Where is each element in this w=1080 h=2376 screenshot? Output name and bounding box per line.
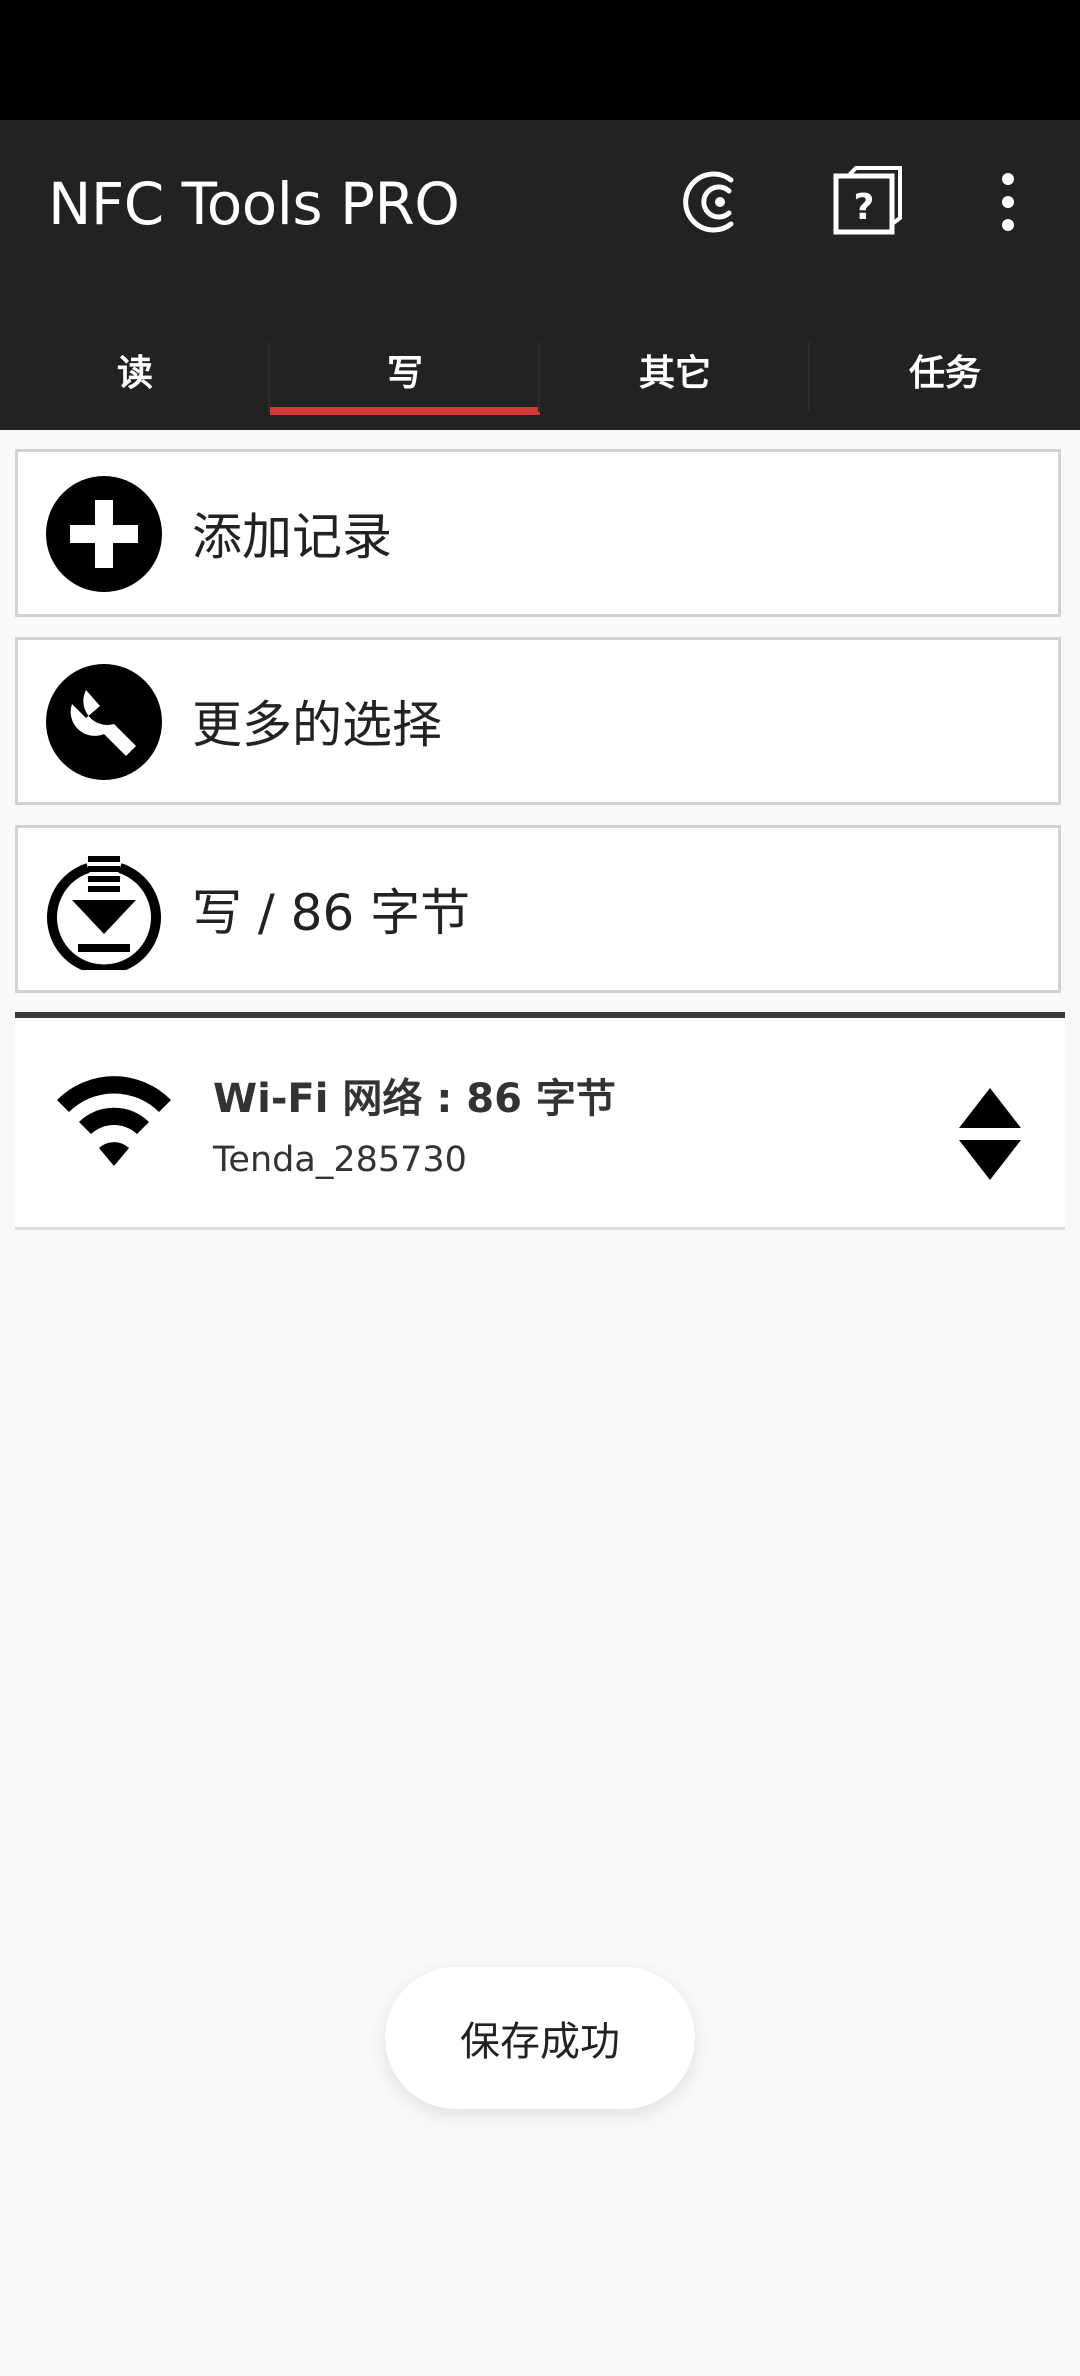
tab-write[interactable]: 写 xyxy=(270,310,540,430)
status-bar xyxy=(0,0,1080,120)
record-subtitle: Tenda_285730 xyxy=(213,1140,467,1180)
wifi-icon xyxy=(49,1068,179,1178)
write-download-icon xyxy=(44,850,164,970)
nfc-c-icon[interactable] xyxy=(676,162,756,242)
tab-read-label: 读 xyxy=(116,353,153,394)
list-item[interactable]: Wi-Fi 网络 : 86 字节 Tenda_285730 xyxy=(15,1018,1065,1230)
tab-read[interactable]: 读 xyxy=(0,310,270,430)
tab-write-label: 写 xyxy=(386,353,423,394)
tab-tasks[interactable]: 任务 xyxy=(810,310,1080,430)
svg-text:?: ? xyxy=(854,187,875,228)
tab-indicator xyxy=(270,407,540,415)
app-bar: NFC Tools PRO ? 读 写 其它 任务 xyxy=(0,120,1080,430)
tab-other-label: 其它 xyxy=(638,353,711,394)
app-title: NFC Tools PRO xyxy=(48,170,460,238)
more-options-label: 更多的选择 xyxy=(192,696,442,754)
toast: 保存成功 xyxy=(385,1967,695,2109)
tab-other[interactable]: 其它 xyxy=(540,310,810,430)
write-label: 写 / 86 字节 xyxy=(192,884,471,942)
more-vert-icon[interactable] xyxy=(968,162,1048,242)
tab-bar: 读 写 其它 任务 xyxy=(0,310,1080,430)
tab-tasks-label: 任务 xyxy=(908,353,981,394)
add-record-label: 添加记录 xyxy=(192,508,392,566)
add-record-button[interactable]: 添加记录 xyxy=(15,449,1061,617)
reorder-icon[interactable] xyxy=(955,1084,1025,1184)
wrench-icon xyxy=(44,662,164,782)
more-options-button[interactable]: 更多的选择 xyxy=(15,637,1061,805)
help-icon[interactable]: ? xyxy=(824,162,904,242)
add-circle-icon xyxy=(44,474,164,594)
record-title: Wi-Fi 网络 : 86 字节 xyxy=(213,1076,616,1122)
toast-text: 保存成功 xyxy=(460,2019,620,2065)
write-button[interactable]: 写 / 86 字节 xyxy=(15,825,1061,993)
